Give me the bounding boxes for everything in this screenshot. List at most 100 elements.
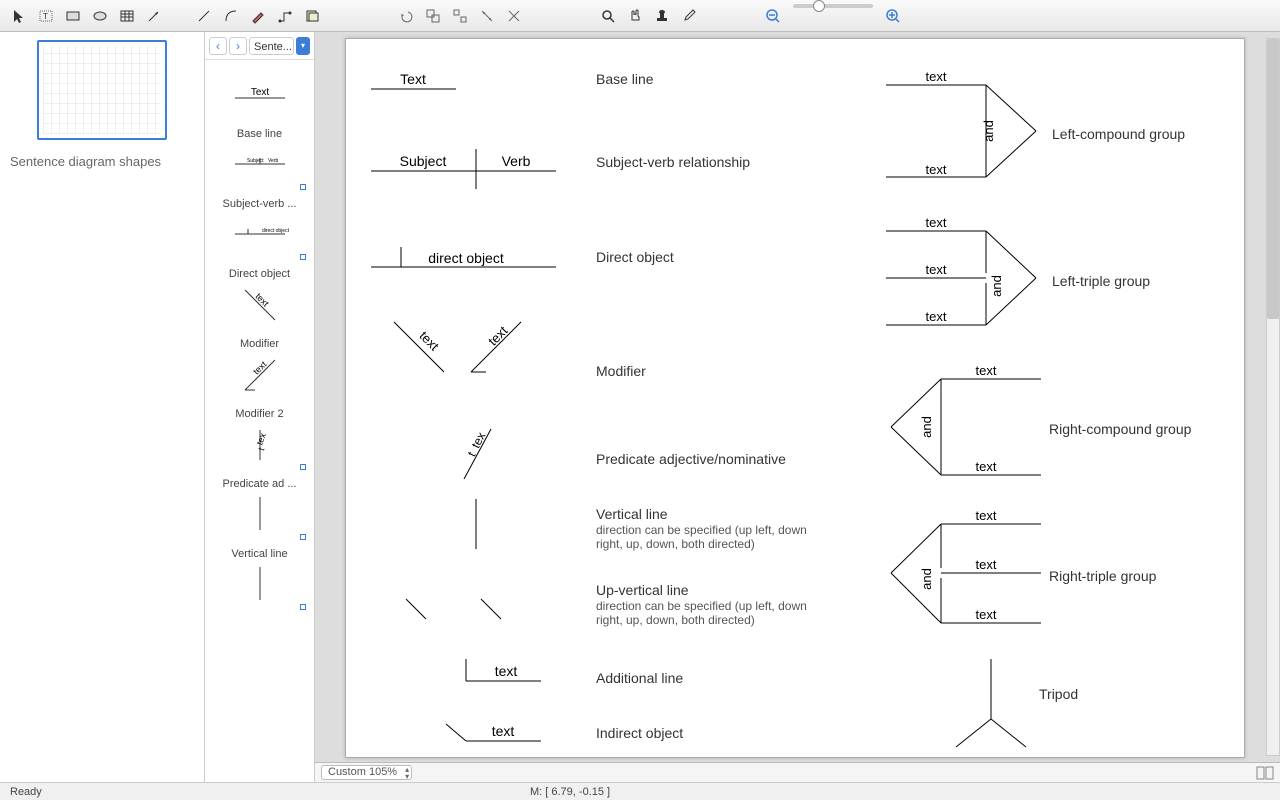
svg-text:Subject: Subject <box>400 153 447 169</box>
library-item-baseline[interactable]: Base line SubjectVerb <box>211 122 308 192</box>
zoom-out-button[interactable] <box>760 4 786 28</box>
line-tool[interactable] <box>191 4 217 28</box>
group-tool[interactable] <box>420 4 446 28</box>
sub-vertical-line: direction can be specified (up left, dow… <box>596 523 807 551</box>
zoom-in-button[interactable] <box>880 4 906 28</box>
library-item-modifier-2[interactable]: Modifier 2 text <box>211 402 308 472</box>
pointer-tool[interactable] <box>6 4 32 28</box>
page-nav-icon[interactable] <box>1256 766 1274 780</box>
rect-tool[interactable] <box>60 4 86 28</box>
library-list[interactable]: Text Text Base line SubjectVerb Subject-… <box>205 60 314 782</box>
align-tool[interactable] <box>474 4 500 28</box>
label-indirect-object: Indirect object <box>596 725 683 741</box>
stamp-tool[interactable] <box>649 4 675 28</box>
label-right-compound: Right-compound group <box>1049 421 1192 437</box>
shape-direct-object[interactable]: direct object <box>371 247 556 267</box>
shape-predicate[interactable]: tex t <box>464 429 491 479</box>
sub-up-vertical: direction can be specified (up left, dow… <box>596 599 807 627</box>
arrow-tool[interactable] <box>141 4 167 28</box>
shape-left-triple[interactable]: text text text and <box>886 215 1036 325</box>
svg-text:direct object: direct object <box>262 228 290 234</box>
label-left-triple: Left-triple group <box>1052 273 1150 289</box>
svg-text:text: text <box>416 328 442 354</box>
library-item-vertical-line[interactable]: Vertical line <box>211 542 308 612</box>
search-zoom-tool[interactable] <box>595 4 621 28</box>
svg-text:text: text <box>926 309 947 324</box>
library-back-button[interactable]: ‹ <box>209 37 227 55</box>
library-item-text[interactable]: Text Text <box>211 64 308 122</box>
svg-text:text: text <box>485 323 511 349</box>
label-left-compound: Left-compound group <box>1052 126 1185 142</box>
label-right-triple: Right-triple group <box>1049 568 1157 584</box>
text-select-tool[interactable]: T <box>33 4 59 28</box>
ellipse-tool[interactable] <box>87 4 113 28</box>
shape-modifier[interactable]: text text <box>394 322 521 372</box>
shape-base-line[interactable]: Text <box>371 71 456 89</box>
svg-text:text: text <box>926 162 947 177</box>
label-modifier: Modifier <box>596 363 646 379</box>
svg-text:Subject: Subject <box>247 158 264 164</box>
status-bar: Ready M: [ 6.79, -0.15 ] <box>0 782 1280 800</box>
svg-text:text: text <box>926 69 947 84</box>
svg-text:t: t <box>256 446 266 452</box>
zoom-slider[interactable] <box>793 4 873 8</box>
svg-text:tex: tex <box>254 431 268 446</box>
pages-panel: Sentence diagram shapes <box>0 32 205 782</box>
table-tool[interactable] <box>114 4 140 28</box>
label-vertical-line: Vertical line <box>596 506 668 522</box>
shape-right-compound[interactable]: text text and <box>891 363 1041 475</box>
svg-text:tex: tex <box>469 430 489 451</box>
library-title[interactable]: Sente... <box>249 37 294 55</box>
page-thumbnail[interactable] <box>37 40 167 140</box>
svg-text:text: text <box>492 723 515 739</box>
shape-subject-verb[interactable]: Subject Verb <box>371 149 556 189</box>
connector-tool[interactable] <box>272 4 298 28</box>
library-item-subject-verb[interactable]: Subject-verb ... direct object <box>211 192 308 262</box>
shape-up-vertical[interactable] <box>406 599 501 619</box>
library-item-predicate[interactable]: Predicate ad ... <box>211 472 308 542</box>
vertical-scrollbar[interactable] <box>1266 38 1280 756</box>
svg-text:Verb: Verb <box>502 153 531 169</box>
library-forward-button[interactable]: › <box>229 37 247 55</box>
hand-tool[interactable] <box>622 4 648 28</box>
ungroup-tool[interactable] <box>447 4 473 28</box>
svg-text:Text: Text <box>400 71 426 87</box>
library-dropdown-button[interactable]: ▾ <box>296 37 310 55</box>
label-up-vertical: Up-vertical line <box>596 582 689 598</box>
svg-text:T: T <box>43 12 48 21</box>
svg-text:and: and <box>919 416 934 438</box>
shape-additional-line[interactable]: text <box>466 659 541 681</box>
eyedropper-tool[interactable] <box>676 4 702 28</box>
svg-text:text: text <box>253 291 271 309</box>
library-item-direct-object[interactable]: Direct object text <box>211 262 308 332</box>
shape-right-triple[interactable]: text text text and <box>891 508 1041 623</box>
distribute-tool[interactable] <box>501 4 527 28</box>
library-item-modifier[interactable]: Modifier text <box>211 332 308 402</box>
svg-text:text: text <box>976 459 997 474</box>
zoom-level-input[interactable]: Custom 105% ▴▾ <box>321 765 412 780</box>
canvas[interactable]: Text Base line Subject Verb Subject-verb… <box>345 38 1245 758</box>
undo-tool[interactable] <box>393 4 419 28</box>
svg-text:Text: Text <box>250 87 269 98</box>
label-subject-verb: Subject-verb relationship <box>596 154 750 170</box>
svg-text:direct object: direct object <box>428 250 504 266</box>
svg-text:and: and <box>989 275 1004 297</box>
pen-tool[interactable] <box>245 4 271 28</box>
svg-text:text: text <box>976 557 997 572</box>
shape-tripod[interactable] <box>956 659 1026 747</box>
main-toolbar: T <box>0 0 1280 32</box>
svg-text:text: text <box>976 508 997 523</box>
svg-text:text: text <box>926 215 947 230</box>
page-thumbnail-caption: Sentence diagram shapes <box>8 150 196 173</box>
label-direct-object: Direct object <box>596 249 674 265</box>
svg-text:and: and <box>981 120 996 142</box>
layer-tool[interactable] <box>299 4 325 28</box>
library-panel: ‹ › Sente... ▾ Text Text Base line Subje… <box>205 32 315 782</box>
svg-text:Verb: Verb <box>268 158 279 164</box>
shape-indirect-object[interactable]: text <box>446 723 541 741</box>
label-predicate: Predicate adjective/nominative <box>596 451 786 467</box>
svg-text:text: text <box>976 607 997 622</box>
svg-text:text: text <box>495 663 518 679</box>
curve-tool[interactable] <box>218 4 244 28</box>
shape-left-compound[interactable]: text text and <box>886 69 1036 177</box>
